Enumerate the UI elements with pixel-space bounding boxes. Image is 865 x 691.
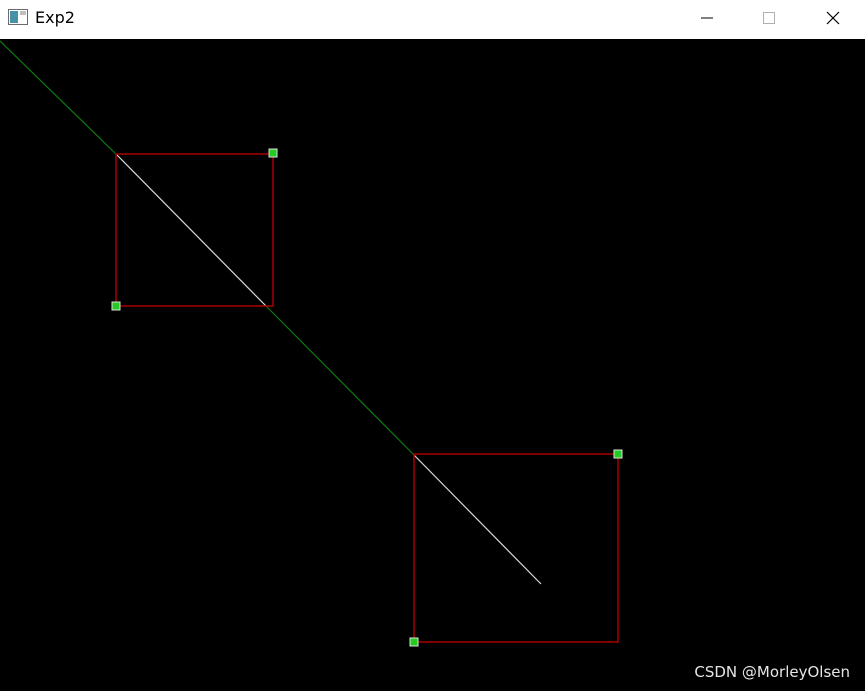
app-window: Exp2 CSDN @MorleyOlsen xyxy=(0,0,865,691)
green-line-segment-1 xyxy=(0,40,117,155)
minimize-button[interactable] xyxy=(676,0,738,36)
minimize-icon xyxy=(701,17,713,19)
close-icon xyxy=(826,11,840,25)
clip-window-1 xyxy=(115,153,274,307)
canvas-svg xyxy=(0,40,623,647)
maximize-button[interactable] xyxy=(738,0,800,36)
close-button[interactable] xyxy=(802,0,864,36)
drawing-canvas[interactable]: CSDN @MorleyOlsen xyxy=(0,39,865,691)
app-icon xyxy=(8,9,28,25)
title-bar[interactable]: Exp2 xyxy=(0,0,865,39)
vertex-handle[interactable] xyxy=(268,148,278,158)
vertex-handle[interactable] xyxy=(409,637,419,647)
vertex-handle[interactable] xyxy=(111,301,121,311)
maximize-icon xyxy=(763,12,775,24)
clipped-line-segment-2 xyxy=(413,454,542,585)
window-title: Exp2 xyxy=(35,8,75,27)
clip-window-2 xyxy=(413,453,619,643)
watermark-text: CSDN @MorleyOlsen xyxy=(694,663,850,681)
green-line-segment-2 xyxy=(265,305,415,456)
clipped-line-segment-1 xyxy=(115,153,267,307)
vertex-handle[interactable] xyxy=(613,449,623,459)
